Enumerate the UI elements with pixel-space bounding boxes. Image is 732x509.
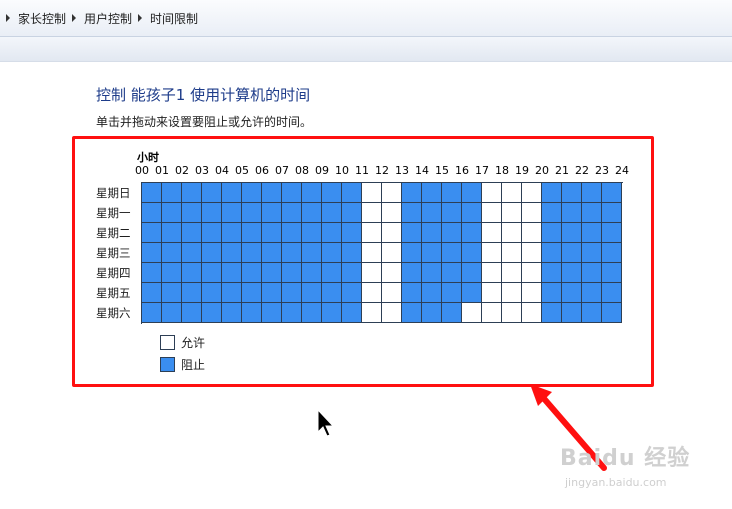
red-highlight-box	[72, 136, 654, 387]
breadcrumb: 家长控制 用户控制 时间限制	[0, 6, 198, 30]
breadcrumb-arrow-icon	[6, 14, 10, 22]
page-title: 控制 能孩子1 使用计算机的时间	[96, 86, 311, 104]
watermark-url: jingyan.baidu.com	[565, 476, 667, 489]
breadcrumb-arrow-icon	[72, 14, 77, 22]
toolbar-strip	[0, 37, 732, 62]
address-bar: 家长控制 用户控制 时间限制	[0, 0, 732, 37]
breadcrumb-item-time-limits[interactable]: 时间限制	[150, 10, 198, 27]
instruction-text: 单击并拖动来设置要阻止或允许的时间。	[96, 115, 313, 129]
watermark-logo: Baidu 经验	[560, 446, 691, 471]
mouse-cursor-icon	[317, 408, 335, 437]
breadcrumb-arrow-icon	[138, 14, 143, 22]
breadcrumb-item-parental-controls[interactable]: 家长控制	[18, 10, 66, 27]
breadcrumb-item-user-controls[interactable]: 用户控制	[84, 10, 132, 27]
